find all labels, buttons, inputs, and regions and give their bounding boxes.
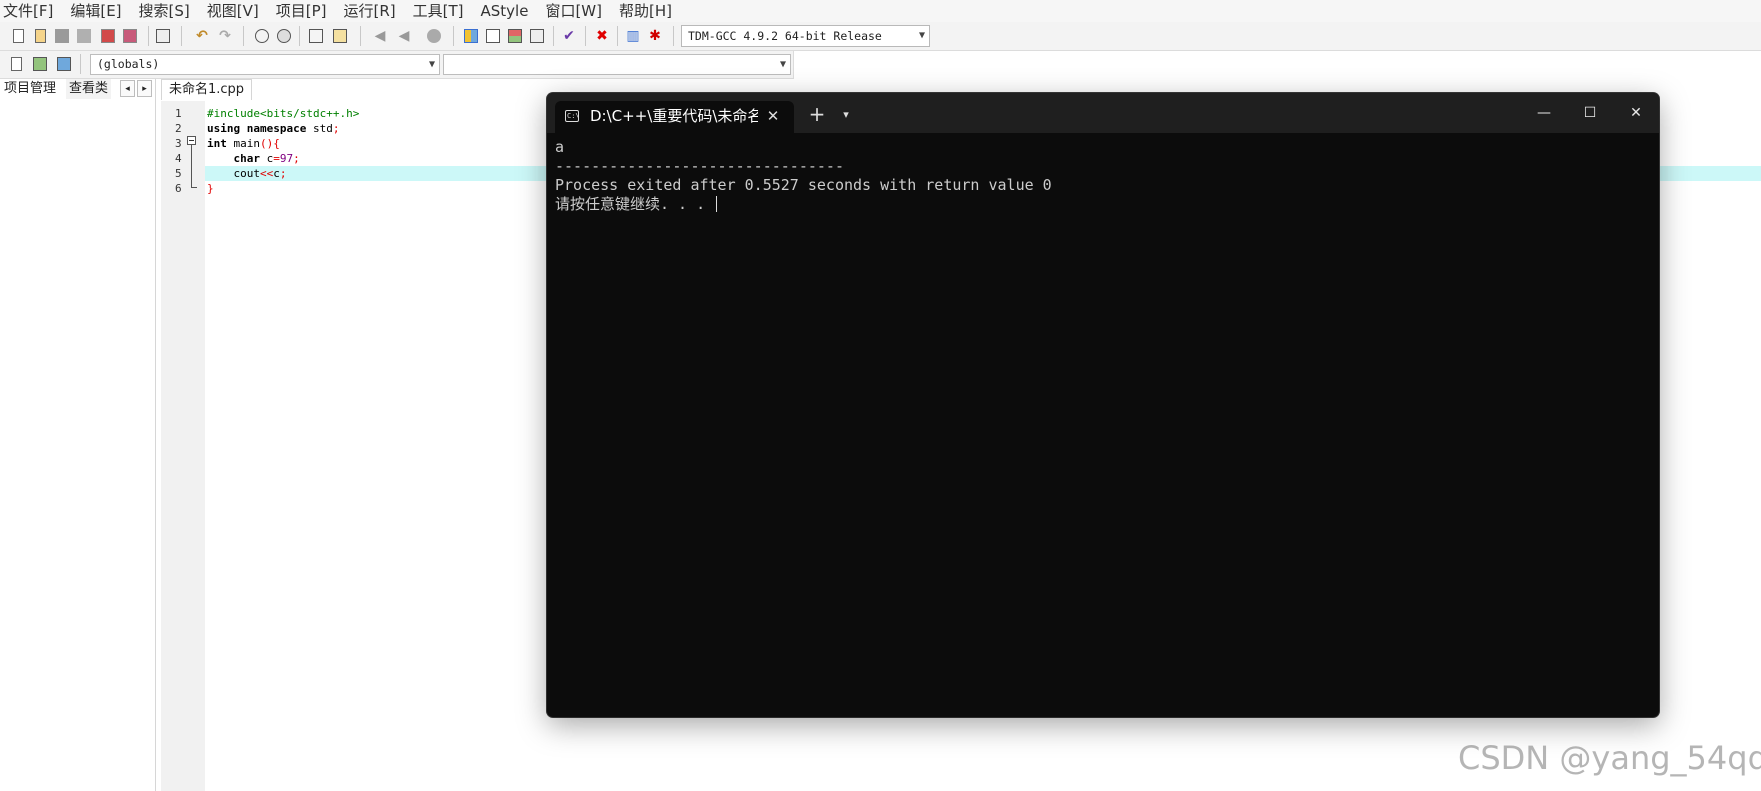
compiler-select-value: TDM-GCC 4.9.2 64-bit Release bbox=[688, 29, 882, 43]
indent-right-icon[interactable]: ◀ bbox=[394, 26, 414, 46]
fold-line bbox=[191, 145, 192, 188]
menu-help[interactable]: 帮助[H] bbox=[616, 0, 680, 22]
chevron-down-icon: ▼ bbox=[779, 59, 786, 70]
new-project-icon[interactable] bbox=[6, 54, 26, 74]
menu-file[interactable]: 文件[F] bbox=[0, 0, 61, 22]
rebuild-icon[interactable] bbox=[527, 26, 547, 46]
indent-left-icon[interactable]: ◀ bbox=[370, 26, 390, 46]
output-line: 请按任意键继续. . . bbox=[555, 195, 1645, 214]
menu-search[interactable]: 搜索[S] bbox=[136, 0, 198, 22]
run-icon[interactable] bbox=[483, 26, 503, 46]
menu-astyle[interactable]: AStyle bbox=[478, 0, 537, 22]
find-icon[interactable] bbox=[252, 26, 272, 46]
compiler-select[interactable]: TDM-GCC 4.9.2 64-bit Release ▼ bbox=[681, 25, 930, 47]
open-file-icon[interactable] bbox=[30, 26, 50, 46]
chevron-down-icon: ▼ bbox=[428, 59, 435, 70]
line-number: 6 bbox=[175, 182, 182, 195]
compile-run-icon[interactable] bbox=[505, 26, 525, 46]
close-tab-icon[interactable]: ✕ bbox=[765, 106, 781, 126]
comment-icon[interactable] bbox=[424, 26, 444, 46]
close-file-icon[interactable] bbox=[98, 26, 118, 46]
scope-select-value: (globals) bbox=[97, 57, 160, 71]
tab-dropdown-button[interactable]: ▾ bbox=[837, 105, 855, 125]
close-all-icon[interactable] bbox=[120, 26, 140, 46]
compile-icon[interactable] bbox=[461, 26, 481, 46]
output-separator: -------------------------------- bbox=[555, 157, 844, 175]
terminal-tab-title: D:\C++\重要代码\未命名1.exe bbox=[590, 107, 758, 125]
chevron-down-icon: ▼ bbox=[918, 30, 925, 41]
tab-class-browser[interactable]: 查看类 bbox=[66, 79, 112, 99]
toggle-bookmark-icon[interactable] bbox=[330, 26, 350, 46]
scope-select[interactable]: (globals) ▼ bbox=[90, 54, 440, 75]
new-file-icon[interactable] bbox=[8, 26, 28, 46]
profile-icon[interactable]: ▥ bbox=[623, 26, 643, 46]
terminal-window[interactable]: C:\ D:\C++\重要代码\未命名1.exe ✕ + ▾ — ☐ ✕ a--… bbox=[547, 93, 1659, 717]
line-number: 5 bbox=[175, 167, 182, 180]
line-gutter bbox=[161, 101, 205, 791]
menu-view[interactable]: 视图[V] bbox=[204, 0, 267, 22]
goto-line-icon[interactable] bbox=[306, 26, 326, 46]
stop-execution-icon[interactable]: ✖ bbox=[592, 26, 612, 46]
save-icon[interactable] bbox=[52, 26, 72, 46]
bookmark-icon[interactable] bbox=[54, 54, 74, 74]
debug-icon[interactable]: ✱ bbox=[645, 26, 665, 46]
tab-prev-button[interactable]: ◂ bbox=[120, 80, 135, 97]
undo-icon[interactable]: ↶ bbox=[192, 26, 212, 46]
menu-bar: 文件[F] 编辑[E] 搜索[S] 视图[V] 项目[P] 运行[R] 工具[T… bbox=[0, 0, 1761, 22]
watermark: CSDN @yang_54qq bbox=[1458, 739, 1761, 777]
press-any-key-prompt: 请按任意键继续. . . bbox=[555, 195, 715, 213]
editor-file-tab[interactable]: 未命名1.cpp bbox=[161, 79, 253, 100]
line-number: 2 bbox=[175, 122, 182, 135]
menu-project[interactable]: 项目[P] bbox=[273, 0, 335, 22]
fold-toggle-icon[interactable] bbox=[187, 136, 196, 145]
terminal-icon: C:\ bbox=[565, 110, 580, 122]
minimize-button[interactable]: — bbox=[1521, 93, 1567, 133]
menu-tools[interactable]: 工具[T] bbox=[410, 0, 472, 22]
line-number: 1 bbox=[175, 107, 182, 120]
close-window-button[interactable]: ✕ bbox=[1613, 93, 1659, 133]
redo-icon[interactable]: ↷ bbox=[215, 26, 235, 46]
new-tab-button[interactable]: + bbox=[805, 103, 829, 127]
menu-window[interactable]: 窗口[W] bbox=[542, 0, 610, 22]
replace-icon[interactable] bbox=[274, 26, 294, 46]
project-panel bbox=[0, 79, 156, 791]
maximize-button[interactable]: ☐ bbox=[1567, 93, 1613, 133]
insert-icon[interactable] bbox=[30, 54, 50, 74]
terminal-titlebar[interactable]: C:\ D:\C++\重要代码\未命名1.exe ✕ + ▾ — ☐ ✕ bbox=[547, 93, 1659, 133]
fold-end bbox=[191, 187, 197, 188]
syntax-check-icon[interactable]: ✔ bbox=[559, 26, 579, 46]
terminal-tab[interactable]: C:\ D:\C++\重要代码\未命名1.exe ✕ bbox=[555, 101, 794, 133]
print-icon[interactable] bbox=[153, 26, 173, 46]
member-select[interactable]: ▼ bbox=[443, 54, 791, 75]
menu-run[interactable]: 运行[R] bbox=[340, 0, 403, 22]
terminal-output[interactable]: a -------------------------------- Process… bbox=[555, 138, 1645, 214]
tab-project-manager[interactable]: 项目管理 bbox=[1, 79, 60, 99]
line-number: 4 bbox=[175, 152, 182, 165]
menu-edit[interactable]: 编辑[E] bbox=[67, 0, 129, 22]
text-cursor bbox=[716, 196, 718, 212]
output-line: a bbox=[555, 138, 565, 156]
save-all-icon[interactable] bbox=[74, 26, 94, 46]
tab-next-button[interactable]: ▸ bbox=[137, 80, 152, 97]
output-line: Process exited after 0.5527 seconds with… bbox=[555, 176, 1052, 194]
